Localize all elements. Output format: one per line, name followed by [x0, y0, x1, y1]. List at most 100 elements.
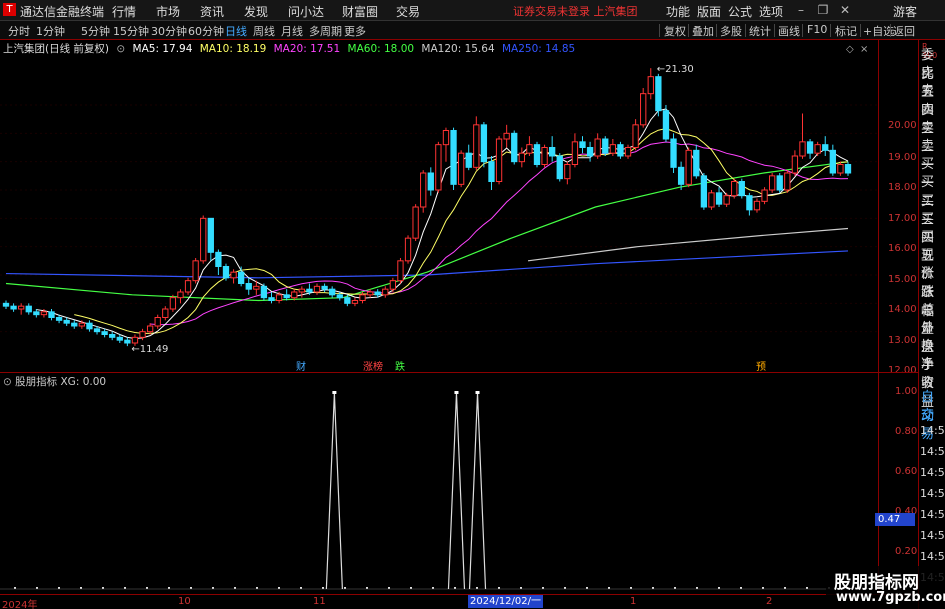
- period-intraday[interactable]: 分时: [8, 23, 30, 39]
- tick-time: 14:56: [920, 466, 945, 479]
- candle-body: [359, 294, 366, 301]
- menu-news[interactable]: 资讯: [200, 3, 224, 20]
- mark-button[interactable]: 标记: [835, 23, 857, 39]
- menu-wealth[interactable]: 财富圈: [342, 3, 378, 20]
- price-tick: 18.00: [888, 182, 917, 193]
- candle-body: [283, 294, 290, 299]
- indicator-menu-icon[interactable]: ⊙: [3, 376, 12, 388]
- menu-options[interactable]: 选项: [759, 3, 783, 20]
- indicator-chart[interactable]: [0, 372, 878, 594]
- kline-chart[interactable]: ←21.30 ←11.49 ◇ ×: [0, 40, 878, 372]
- adjust-button[interactable]: 复权: [664, 23, 686, 39]
- tick-time: 14:56: [920, 424, 945, 437]
- candle-body: [632, 124, 639, 149]
- menu-ask[interactable]: 问小达: [288, 3, 324, 20]
- event-tag-rise[interactable]: 涨榜: [363, 358, 383, 373]
- period-daily[interactable]: 日线: [225, 23, 247, 39]
- guest-label[interactable]: 游客: [893, 3, 917, 20]
- toolbar-divider: [688, 24, 689, 37]
- candle-body: [298, 288, 305, 293]
- candle-body: [822, 144, 829, 151]
- chevron-down-icon[interactable]: ⊙: [116, 43, 125, 55]
- menu-market[interactable]: 市场: [156, 3, 180, 20]
- candle: [784, 170, 791, 193]
- date-axis: 2024年 10 11 1 2: [0, 594, 918, 609]
- event-tag-finance[interactable]: 财: [296, 358, 306, 373]
- candle-body: [344, 297, 351, 304]
- restore-icon[interactable]: ❐: [815, 2, 831, 18]
- event-tag-forecast[interactable]: 预: [756, 358, 766, 373]
- menubar: T 通达信金融终端 行情 市场 资讯 发现 问小达 财富圈 交易 证券交易未登录…: [0, 0, 945, 21]
- candle-body: [435, 144, 442, 191]
- period-1min[interactable]: 1分钟: [36, 23, 65, 39]
- menu-trade[interactable]: 交易: [396, 3, 420, 20]
- candle-body: [184, 280, 192, 293]
- period-monthly[interactable]: 月线: [281, 23, 303, 39]
- menu-formula[interactable]: 公式: [728, 3, 752, 20]
- draw-button[interactable]: 画线: [778, 23, 800, 39]
- period-30min[interactable]: 30分钟: [151, 23, 187, 39]
- candle-body: [799, 141, 806, 157]
- candle-body: [93, 328, 101, 333]
- candle-body: [329, 288, 336, 296]
- stock-name: 上汽集团(日线 前复权): [3, 43, 110, 55]
- candle: [511, 130, 518, 165]
- candle: [495, 136, 503, 185]
- candle: [442, 127, 450, 162]
- candle-body: [776, 175, 783, 191]
- overlay-button[interactable]: 叠加: [692, 23, 714, 39]
- indicator-chart-svg[interactable]: [0, 373, 878, 595]
- menu-quotes[interactable]: 行情: [112, 3, 136, 20]
- back-button[interactable]: 返回: [893, 23, 915, 39]
- statistics-button[interactable]: 统计: [749, 23, 771, 39]
- kline-chart-svg[interactable]: ←21.30 ←11.49 ◇ ×: [0, 40, 878, 372]
- minimize-icon[interactable]: –: [793, 2, 809, 18]
- candle: [685, 147, 692, 188]
- candle: [602, 136, 609, 156]
- price-axis: 20.00 19.00 18.00 17.00 16.00 15.00 14.0…: [878, 40, 918, 376]
- period-weekly[interactable]: 周线: [253, 23, 275, 39]
- date-tick: 10: [178, 596, 191, 607]
- candle: [662, 105, 670, 142]
- candle-body: [253, 285, 260, 290]
- f10-button[interactable]: F10: [807, 23, 827, 36]
- candle-body: [116, 336, 123, 341]
- candle: [404, 235, 412, 264]
- period-60min[interactable]: 60分钟: [188, 23, 224, 39]
- candle: [799, 113, 806, 159]
- ma10-label: MA10: 18.19: [199, 43, 267, 55]
- candle-body: [55, 317, 63, 321]
- period-15min[interactable]: 15分钟: [113, 23, 149, 39]
- close-icon[interactable]: ✕: [837, 2, 853, 18]
- candle: [298, 286, 305, 298]
- multi-stock-button[interactable]: 多股: [720, 23, 742, 39]
- candle: [435, 141, 442, 193]
- period-more[interactable]: 更多: [344, 23, 366, 39]
- indicator-tick: 0.80: [895, 426, 918, 437]
- login-alert[interactable]: 证券交易未登录 上汽集团: [513, 3, 638, 19]
- menu-function[interactable]: 功能: [666, 3, 690, 20]
- candle-body: [761, 189, 768, 202]
- candle: [776, 173, 783, 193]
- candle-body: [511, 132, 518, 163]
- menu-layout[interactable]: 版面: [697, 3, 721, 20]
- candle: [526, 136, 533, 156]
- candle-body: [457, 152, 465, 185]
- xg-signal-spike: [468, 392, 487, 590]
- menu-discover[interactable]: 发现: [244, 3, 268, 20]
- candle-body: [321, 285, 328, 290]
- candle: [609, 139, 617, 156]
- ma120-line: [527, 227, 849, 262]
- indicator-cursor-value: 0.47: [875, 513, 915, 526]
- candle-body: [814, 144, 821, 154]
- candle-body: [260, 285, 268, 299]
- period-5min[interactable]: 5分钟: [81, 23, 110, 39]
- toolbar-divider: [745, 24, 746, 37]
- candle-body: [222, 266, 230, 279]
- candle: [806, 139, 814, 159]
- candle-body: [230, 271, 237, 279]
- candle: [761, 187, 768, 205]
- period-multi[interactable]: 多周期: [309, 23, 342, 39]
- event-tag-fall[interactable]: 跌: [395, 358, 405, 373]
- toolbar-divider: [659, 24, 660, 37]
